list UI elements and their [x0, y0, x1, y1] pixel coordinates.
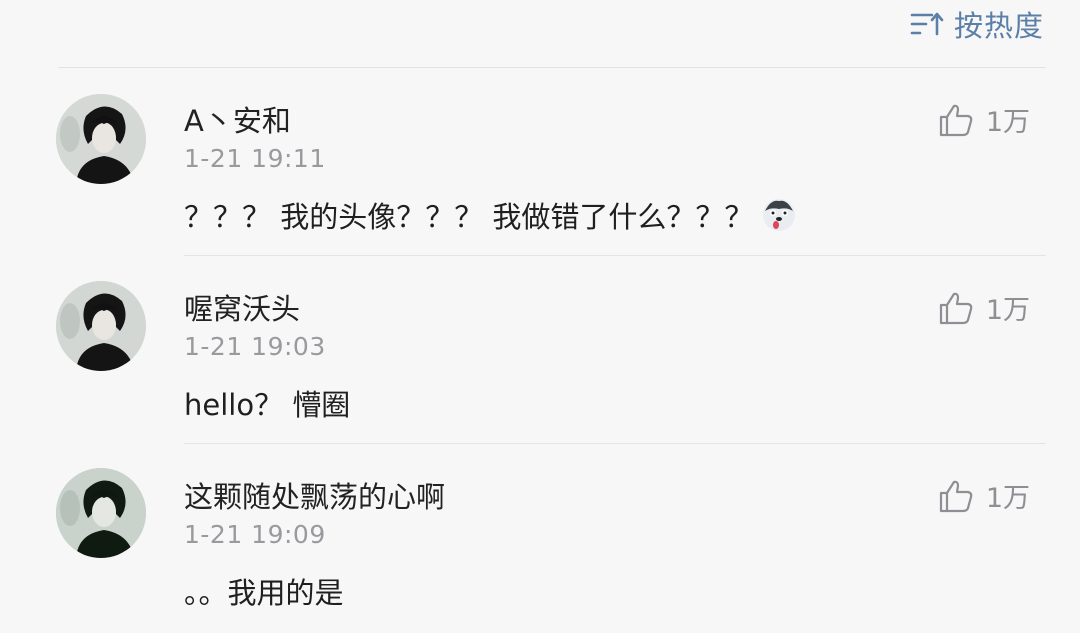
like-button[interactable]: 1万	[938, 100, 1030, 139]
like-count: 1万	[985, 295, 1030, 326]
sort-label: 按热度	[953, 9, 1044, 43]
avatar[interactable]	[56, 281, 146, 371]
thumbs-up-icon	[939, 104, 973, 136]
like-count: 1万	[985, 483, 1030, 514]
sort-bar: 按热度	[0, 0, 1080, 68]
comment-text-body: hello？ 懵圈	[184, 388, 351, 422]
avatar-image	[56, 94, 146, 184]
username[interactable]: 这颗随处飘荡的心啊	[184, 474, 445, 516]
comment-item: A丶安和 1-21 19:11 ？？？ 我的头像？？？ 我做错了什么？？？ 1万	[0, 68, 1080, 256]
comment-item: 这颗随处飘荡的心啊 1-21 19:09 。。我用的是 1万	[0, 444, 1080, 633]
comment-text: hello？ 懵圈	[184, 382, 350, 424]
username[interactable]: 喔窝沃头	[184, 286, 300, 328]
comment-text-body: 。。我用的是	[184, 576, 344, 610]
sort-by-hot-button[interactable]: 按热度	[910, 6, 1044, 43]
timestamp: 1-21 19:03	[184, 332, 326, 361]
username[interactable]: A丶安和	[184, 98, 291, 140]
like-button[interactable]: 1万	[938, 476, 1030, 515]
thumbs-up-icon	[939, 480, 973, 512]
like-button[interactable]: 1万	[938, 288, 1030, 327]
avatar[interactable]	[56, 468, 146, 558]
avatar-image	[56, 281, 146, 371]
comment-text-body: ？？？ 我的头像？？？ 我做错了什么？？？	[184, 200, 754, 234]
comment-text: 。。我用的是	[184, 570, 344, 612]
husky-emoji	[763, 199, 796, 231]
sort-lines-icon	[910, 12, 944, 36]
comment-item: 喔窝沃头 1-21 19:03 hello？ 懵圈 1万	[0, 256, 1080, 444]
thumbs-up-icon	[939, 292, 973, 324]
comment-list-screen: 按热度 A丶安和 1-21 19:11 ？？？ 我的头像？？？ 我做错了什么？？…	[0, 0, 1080, 633]
timestamp: 1-21 19:09	[184, 520, 326, 549]
like-count: 1万	[985, 107, 1030, 138]
avatar-image	[56, 468, 146, 558]
timestamp: 1-21 19:11	[184, 144, 326, 173]
comment-text: ？？？ 我的头像？？？ 我做错了什么？？？	[184, 194, 797, 236]
avatar[interactable]	[56, 94, 146, 184]
